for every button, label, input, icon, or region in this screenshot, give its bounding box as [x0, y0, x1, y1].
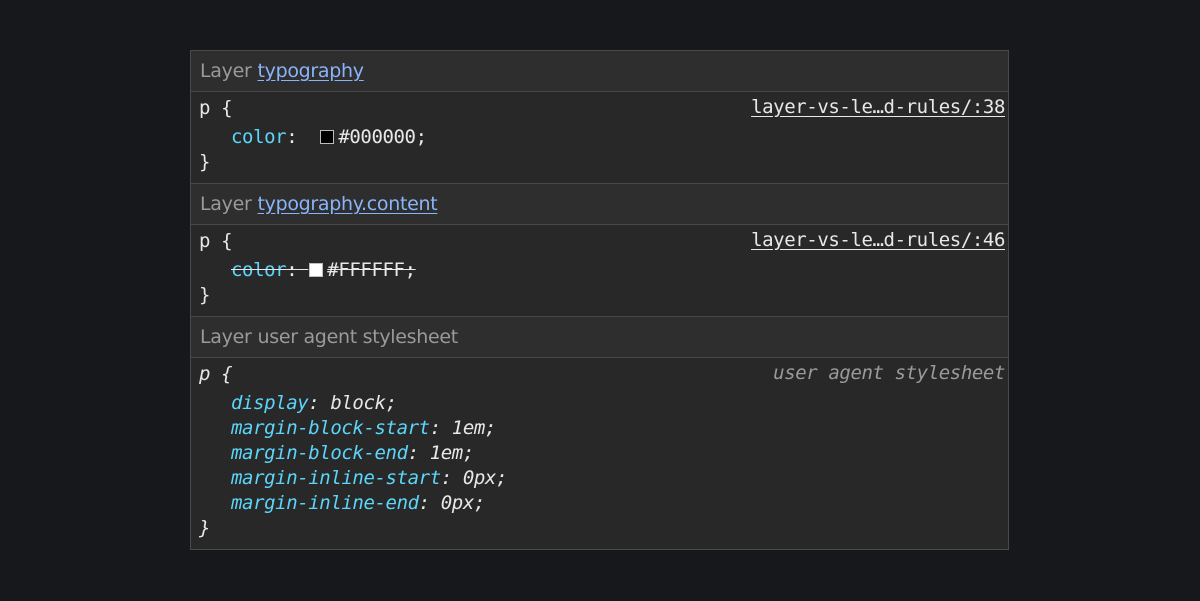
rule-block-typography: p { layer-vs-le…d-rules/:38 color: #0000…: [191, 92, 1008, 184]
rule-block-user-agent: p { user agent stylesheet display: block…: [191, 358, 1008, 548]
color-swatch[interactable]: [309, 263, 324, 277]
rule-source-link[interactable]: layer-vs-le…d-rules/:38: [751, 95, 1005, 119]
layer-link-typography[interactable]: typography: [257, 60, 364, 82]
layer-label: Layer: [200, 60, 252, 82]
layer-header-user-agent: Layer user agent stylesheet: [191, 317, 1008, 358]
rule-close-brace: }: [199, 517, 211, 539]
layer-label: Layer: [200, 193, 252, 215]
property-semicolon: ;: [404, 259, 416, 281]
property-value: 0px: [462, 467, 497, 489]
declaration-color[interactable]: color: #000000;: [231, 125, 427, 149]
rule-selector: p {: [199, 363, 233, 385]
layer-header-typography-content: Layer typography.content: [191, 184, 1008, 225]
layer-header-typography: Layer typography: [191, 51, 1008, 92]
layer-link-typography-content[interactable]: typography.content: [257, 193, 437, 215]
property-name: margin-inline-start: [231, 467, 441, 489]
property-name: margin-block-end: [231, 442, 408, 464]
property-colon: :: [286, 259, 298, 281]
declaration-margin-block-end: margin-block-end: 1em;: [231, 442, 474, 464]
property-value: block: [330, 392, 386, 414]
rule-block-typography-content: p { layer-vs-le…d-rules/:46 color: #FFFF…: [191, 225, 1008, 317]
styles-pane: Layer typography p { layer-vs-le…d-rules…: [190, 50, 1009, 550]
layer-name-user-agent: user agent stylesheet: [257, 326, 458, 348]
declaration-margin-inline-start: margin-inline-start: 0px;: [231, 467, 507, 489]
declaration-margin-block-start: margin-block-start: 1em;: [231, 417, 496, 439]
property-name: margin-inline-end: [231, 492, 419, 514]
property-name[interactable]: color: [231, 259, 287, 281]
property-value: 1em: [451, 417, 486, 439]
property-semicolon: ;: [415, 126, 427, 148]
declaration-color-overridden[interactable]: color: #FFFFFF;: [231, 258, 416, 282]
property-value: 0px: [440, 492, 475, 514]
layer-label: Layer: [200, 326, 252, 348]
property-value[interactable]: #000000: [338, 126, 416, 148]
declaration-display: display: block;: [231, 392, 397, 414]
property-name[interactable]: color: [231, 126, 287, 148]
declaration-margin-inline-end: margin-inline-end: 0px;: [231, 492, 485, 514]
rule-selector[interactable]: p {: [199, 229, 233, 253]
rule-close-brace: }: [199, 284, 211, 306]
property-value: 1em: [429, 442, 464, 464]
rule-selector[interactable]: p {: [199, 96, 233, 120]
rule-source-user-agent: user agent stylesheet: [773, 362, 1005, 384]
property-value[interactable]: #FFFFFF: [327, 259, 405, 281]
property-name: margin-block-start: [231, 417, 430, 439]
rule-close-brace: }: [199, 151, 211, 173]
property-name: display: [231, 392, 309, 414]
color-swatch[interactable]: [320, 130, 335, 144]
rule-source-link[interactable]: layer-vs-le…d-rules/:46: [751, 228, 1005, 252]
property-colon: :: [286, 126, 298, 148]
